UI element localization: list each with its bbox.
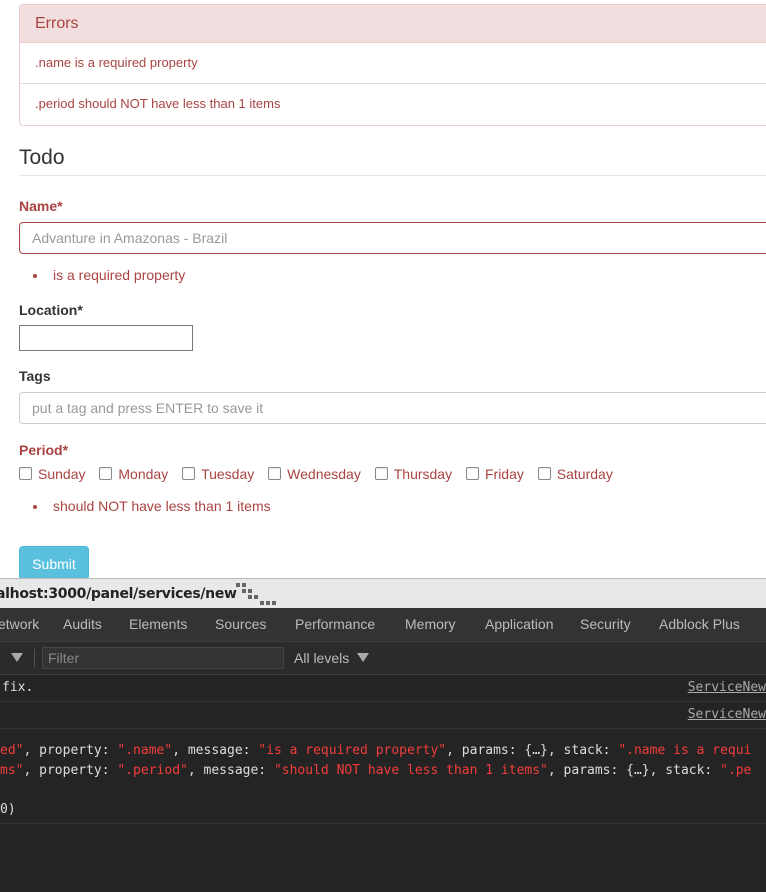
- source-link[interactable]: ServiceNew: [688, 702, 766, 728]
- errors-panel: Errors .name is a required property .per…: [19, 4, 766, 126]
- bullet-icon: [33, 505, 37, 509]
- tab-sources[interactable]: Sources: [215, 616, 266, 632]
- name-input[interactable]: Advanture in Amazonas - Brazil: [19, 222, 766, 254]
- console-toolbar: Filter All levels: [0, 642, 766, 675]
- form-legend: Todo: [19, 146, 766, 176]
- day-option-thursday[interactable]: Thursday: [374, 466, 452, 482]
- tab-memory[interactable]: Memory: [405, 616, 456, 632]
- day-option-sunday[interactable]: Sunday: [19, 466, 85, 482]
- tab-security[interactable]: Security: [580, 616, 631, 632]
- period-error-text: should NOT have less than 1 items: [53, 498, 271, 514]
- tab-audits[interactable]: Audits: [63, 616, 102, 632]
- console-object-line: 0): [0, 802, 16, 817]
- devtools-tab-bar: etwork Audits Elements Sources Performan…: [0, 608, 766, 642]
- checkbox-icon[interactable]: [465, 467, 479, 480]
- console-message: fix. ServiceNew: [0, 675, 766, 702]
- submit-button[interactable]: Submit: [19, 546, 89, 578]
- console-filter-input[interactable]: Filter: [42, 647, 284, 669]
- tags-label: Tags: [19, 368, 51, 384]
- checkbox-icon[interactable]: [537, 467, 551, 480]
- status-url-bar: alhost:3000/panel/services/new: [0, 578, 766, 609]
- source-link[interactable]: ServiceNew: [688, 675, 766, 701]
- day-option-monday[interactable]: Monday: [99, 466, 168, 482]
- day-option-saturday[interactable]: Saturday: [537, 466, 613, 482]
- checkbox-icon[interactable]: [19, 467, 32, 480]
- context-dropdown-icon[interactable]: [11, 653, 23, 662]
- day-option-tuesday[interactable]: Tuesday: [182, 466, 254, 482]
- console-object-line: ed", property: ".name", message: "is a r…: [0, 743, 752, 758]
- devtools-panel: etwork Audits Elements Sources Performan…: [0, 608, 766, 892]
- errors-panel-title: Errors: [20, 5, 766, 43]
- day-option-wednesday[interactable]: Wednesday: [268, 466, 361, 482]
- status-url: alhost:3000/panel/services/new: [0, 586, 237, 602]
- tab-network[interactable]: etwork: [0, 616, 39, 632]
- toolbar-divider: [34, 649, 35, 667]
- tags-input[interactable]: put a tag and press ENTER to save it: [19, 392, 766, 424]
- checkbox-icon[interactable]: [374, 467, 388, 480]
- tab-application[interactable]: Application: [485, 616, 554, 632]
- period-label: Period*: [19, 442, 69, 458]
- tab-performance[interactable]: Performance: [295, 616, 375, 632]
- console-message-text: fix.: [2, 680, 34, 695]
- console-message: ServiceNew: [0, 702, 766, 729]
- name-error-help: is a required property: [33, 267, 186, 283]
- location-label: Location*: [19, 302, 83, 318]
- tab-adblock-plus[interactable]: Adblock Plus: [659, 616, 740, 632]
- period-error-help: should NOT have less than 1 items: [33, 498, 271, 514]
- bullet-icon: [33, 274, 37, 278]
- error-list-item: .name is a required property: [20, 43, 766, 84]
- name-label: Name*: [19, 198, 63, 214]
- checkbox-icon[interactable]: [268, 467, 282, 480]
- checkbox-icon[interactable]: [99, 467, 113, 480]
- log-levels-dropdown[interactable]: All levels: [294, 650, 349, 666]
- day-option-friday[interactable]: Friday: [465, 466, 524, 482]
- chevron-down-icon[interactable]: [357, 653, 369, 662]
- console-object-line: ms", property: ".period", message: "shou…: [0, 763, 752, 778]
- checkbox-icon[interactable]: [182, 467, 196, 480]
- form-page: Errors .name is a required property .per…: [0, 0, 766, 578]
- name-error-text: is a required property: [53, 267, 186, 283]
- console-error-object: ed", property: ".name", message: "is a r…: [0, 729, 766, 824]
- drag-handle-icon[interactable]: [236, 581, 282, 609]
- location-input[interactable]: [19, 325, 193, 351]
- error-list-item: .period should NOT have less than 1 item…: [35, 96, 281, 111]
- tab-elements[interactable]: Elements: [129, 616, 187, 632]
- period-checkbox-group: Sunday Monday Tuesday Wednesday Thursday…: [19, 466, 623, 486]
